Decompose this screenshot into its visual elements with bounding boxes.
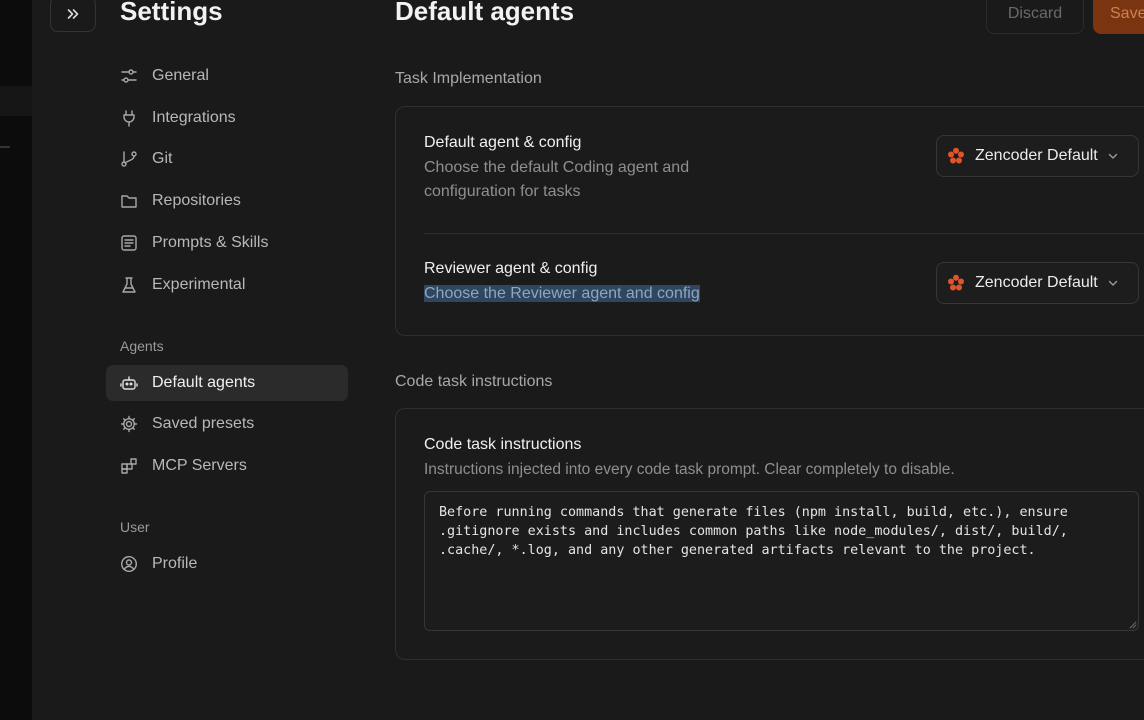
sidebar-item-label: General	[152, 67, 209, 84]
default-agent-select[interactable]: Zencoder Default	[936, 135, 1139, 177]
sidebar-item-prompts-skills[interactable]: Prompts & Skills	[106, 225, 348, 261]
default-agent-description-line2: configuration for tasks	[424, 183, 581, 200]
plug-icon	[120, 109, 138, 127]
selected-text: Choose the Reviewer agent and config	[424, 285, 700, 302]
sidebar-item-label: Saved presets	[152, 415, 255, 432]
sidebar-item-label: Integrations	[152, 109, 236, 126]
sidebar-section-agents: Agents	[120, 338, 164, 354]
reviewer-agent-select-value: Zencoder Default	[975, 274, 1098, 291]
reviewer-agent-select[interactable]: Zencoder Default	[936, 262, 1139, 304]
sidebar-item-profile[interactable]: Profile	[106, 546, 348, 582]
sidebar-item-label: Experimental	[152, 276, 246, 293]
sidebar-item-mcp-servers[interactable]: MCP Servers	[106, 448, 348, 484]
sidebar-item-git[interactable]: Git	[106, 141, 348, 177]
chevron-down-icon	[1107, 277, 1119, 289]
user-circle-icon	[120, 555, 138, 573]
sidebar-item-default-agents[interactable]: Default agents	[106, 365, 348, 401]
resize-handle-icon[interactable]	[1127, 619, 1137, 629]
sidebar-item-experimental[interactable]: Experimental	[106, 267, 348, 303]
sidebar-item-label: Git	[152, 150, 173, 167]
sidebar-item-repositories[interactable]: Repositories	[106, 183, 348, 219]
sidebar-title: Settings	[120, 0, 223, 26]
task-implementation-label: Task Implementation	[395, 70, 542, 87]
reviewer-agent-title: Reviewer agent & config	[424, 260, 598, 277]
blocks-icon	[120, 457, 138, 475]
flask-icon	[120, 276, 138, 294]
background-window-strip	[0, 0, 32, 720]
sidebar-item-integrations[interactable]: Integrations	[106, 100, 348, 136]
sidebar-item-label: Repositories	[152, 192, 241, 209]
double-chevron-right-icon	[67, 9, 79, 19]
sidebar-item-saved-presets[interactable]: Saved presets	[106, 406, 348, 442]
sidebar-item-label: Prompts & Skills	[152, 234, 269, 251]
discard-button[interactable]: Discard	[986, 0, 1084, 34]
code-task-section-label: Code task instructions	[395, 373, 553, 390]
sidebar-item-general[interactable]: General	[106, 58, 348, 94]
zencoder-logo-icon	[948, 274, 964, 291]
folder-icon	[120, 192, 138, 210]
code-task-card-title: Code task instructions	[424, 436, 582, 453]
sidebar-item-label: Profile	[152, 555, 198, 572]
default-agent-title: Default agent & config	[424, 134, 582, 151]
sidebar-item-label: MCP Servers	[152, 457, 247, 474]
robot-icon	[120, 374, 138, 392]
code-task-instructions-input[interactable]: Before running commands that generate fi…	[424, 491, 1139, 631]
background-window-row	[0, 86, 32, 116]
page-title: Default agents	[395, 0, 575, 26]
gear-icon	[120, 415, 138, 433]
git-branch-icon	[120, 150, 138, 168]
sidebar-item-label: Default agents	[152, 374, 256, 391]
sidebar-section-user: User	[120, 519, 150, 535]
default-agent-select-value: Zencoder Default	[975, 147, 1098, 164]
reviewer-agent-description: Choose the Reviewer agent and config	[424, 282, 700, 306]
background-window-mark	[0, 146, 10, 148]
row-divider	[424, 233, 1144, 234]
save-button[interactable]: Save	[1093, 0, 1144, 34]
code-task-card-description: Instructions injected into every code ta…	[424, 461, 955, 478]
expand-sidebar-button[interactable]	[50, 0, 96, 32]
default-agent-description-line1: Choose the default Coding agent and	[424, 159, 690, 176]
sliders-icon	[120, 67, 138, 85]
chevron-down-icon	[1107, 150, 1119, 162]
document-list-icon	[120, 234, 138, 252]
zencoder-logo-icon	[948, 147, 964, 164]
